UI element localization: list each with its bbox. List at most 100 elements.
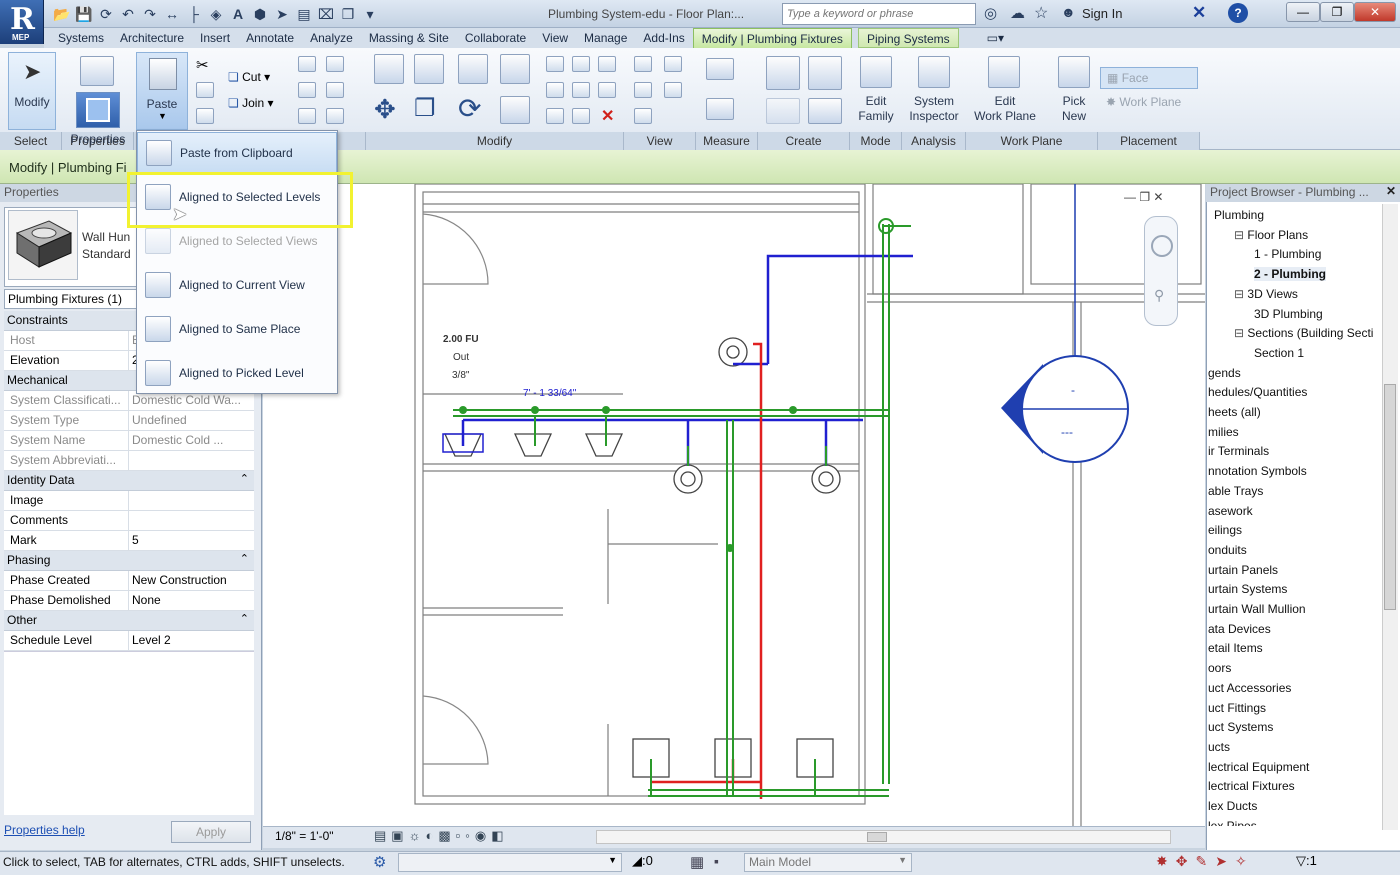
paint-brush-icon[interactable] [634, 108, 652, 124]
prop-row-system-abbreviation[interactable]: System Abbreviati... [4, 451, 254, 471]
menu-item-paste-from-clipboard[interactable]: Paste from Clipboard [137, 132, 337, 174]
sync-icon[interactable]: ⟳ [96, 4, 116, 24]
tab-analyze[interactable]: Analyze [302, 28, 361, 48]
browser-family-item[interactable]: onduits [1208, 543, 1247, 557]
browser-family-item[interactable]: asework [1208, 504, 1253, 518]
help-icon[interactable]: ? [1228, 3, 1248, 23]
properties-button[interactable] [76, 92, 120, 128]
prop-row-comments[interactable]: Comments [4, 511, 254, 531]
menu-item-aligned-to-same-place[interactable]: Aligned to Same Place [137, 308, 337, 350]
favorites-icon[interactable]: ☆ [1034, 3, 1048, 23]
browser-family-item[interactable]: urtain Wall Mullion [1208, 602, 1306, 616]
browser-vertical-scrollbar[interactable] [1382, 204, 1398, 830]
prop-value[interactable]: Level 2 [129, 631, 254, 650]
measure-tool-icon[interactable] [706, 58, 734, 80]
delete-icon[interactable]: ✕ [601, 106, 614, 126]
apply-button[interactable]: Apply [171, 821, 251, 843]
group-phasing[interactable]: Phasing ⌃ [4, 551, 254, 571]
tree-collapse-icon[interactable]: ⊟ [1234, 228, 1247, 242]
tab-view[interactable]: View [534, 28, 576, 48]
close-browser-icon[interactable]: ✕ [1386, 184, 1396, 198]
close-window-button[interactable]: ✕ [1354, 2, 1396, 22]
select-by-face-icon[interactable]: ➤ [1215, 853, 1235, 869]
search-input[interactable] [782, 3, 976, 25]
view-window-controls[interactable]: — ❐ ✕ [1124, 190, 1163, 204]
select-links-icon[interactable]: ✸ [1156, 853, 1176, 869]
close-hidden-icon[interactable]: ⌧ [316, 4, 336, 24]
browser-family-item[interactable]: lectrical Fixtures [1208, 779, 1295, 793]
measure-icon[interactable]: ↔ [162, 4, 182, 24]
customize-icon[interactable]: ▾ [360, 4, 380, 24]
cut-geometry-button[interactable]: ❏ Cut ▾ [228, 70, 270, 84]
browser-tree-item[interactable]: 3D Plumbing [1254, 307, 1323, 321]
trim-multiple-icon[interactable] [572, 108, 590, 124]
group-other[interactable]: Other ⌃ [4, 611, 254, 631]
editable-only-icon[interactable]: ▪ [714, 853, 719, 869]
browser-tree-item[interactable]: 2 - Plumbing [1254, 267, 1326, 282]
tab-insert[interactable]: Insert [192, 28, 238, 48]
tab-manage[interactable]: Manage [576, 28, 635, 48]
browser-family-item[interactable]: ata Devices [1208, 622, 1271, 636]
prop-row-system-classification[interactable]: System Classificati... Domestic Cold Wa..… [4, 391, 254, 411]
match-type-icon[interactable] [196, 108, 214, 124]
menu-item-aligned-to-current-view[interactable]: Aligned to Current View [137, 264, 337, 306]
workset-icon[interactable]: ⚙ [373, 853, 386, 871]
system-inspector-icon[interactable] [918, 56, 950, 88]
join-geometry-button[interactable]: ❏ Join ▾ [228, 96, 273, 110]
browser-family-item[interactable]: lex Ducts [1208, 799, 1257, 813]
prop-value[interactable]: None [129, 591, 254, 610]
tag-icon[interactable]: ◈ [206, 4, 226, 24]
collapse-chevron-icon[interactable]: ⌃ [240, 552, 249, 565]
prop-row-phase-created[interactable]: Phase Created New Construction [4, 571, 254, 591]
hammer-icon[interactable] [326, 108, 344, 124]
prop-value[interactable]: New Construction [129, 571, 254, 590]
browser-family-item[interactable]: lectrical Equipment [1208, 760, 1309, 774]
exchange-apps-icon[interactable]: ✕ [1192, 3, 1206, 23]
edit-family-button[interactable]: Edit Family [852, 94, 900, 124]
browser-scrollbar-thumb[interactable] [1384, 384, 1396, 610]
collapse-chevron-icon[interactable]: ⌃ [240, 472, 249, 485]
zoom-icon[interactable]: ⚲ [1154, 287, 1164, 304]
prop-value[interactable]: 5 [129, 531, 254, 550]
prop-row-image[interactable]: Image [4, 491, 254, 511]
panel-label-select[interactable]: Select [0, 132, 62, 150]
ribbon-minimize-icon[interactable]: ▭▾ [979, 28, 1012, 48]
move-icon[interactable]: ✥ [374, 94, 396, 125]
visual-style-icon[interactable]: ▣ [391, 828, 408, 843]
application-menu-button[interactable]: R MEP [0, 0, 44, 44]
minimize-button[interactable]: — [1286, 2, 1320, 22]
collapse-chevron-icon[interactable]: ⌃ [240, 612, 249, 625]
pin-icon[interactable] [598, 56, 616, 72]
browser-tree-item[interactable]: ⊟ 3D Views [1234, 287, 1298, 301]
select-pinned-icon[interactable]: ✎ [1195, 853, 1215, 869]
view-control-icons[interactable]: ▤▣☼◐▩▫◦◉◧ [374, 828, 509, 844]
open-icon[interactable]: 📂 [52, 4, 72, 24]
browser-tree-item[interactable]: Section 1 [1254, 346, 1304, 360]
prop-row-system-type[interactable]: System Type Undefined [4, 411, 254, 431]
edit-work-plane-button[interactable]: Edit Work Plane [968, 94, 1042, 124]
maximize-button[interactable]: ❐ [1320, 2, 1354, 22]
browser-family-item[interactable]: hedules/Quantities [1208, 385, 1307, 399]
browser-family-item[interactable]: lex Pipes [1208, 819, 1257, 826]
cut-scissors-icon[interactable]: ✂ [196, 56, 209, 74]
browser-family-item[interactable]: urtain Systems [1208, 582, 1287, 596]
place-on-work-plane-button[interactable]: ✸ Work Plane [1100, 92, 1198, 114]
temporary-hide-icon[interactable]: ◉ [475, 828, 491, 843]
browser-family-item[interactable]: ucts [1208, 740, 1230, 754]
reveal-hidden-icon[interactable]: ◧ [491, 828, 508, 843]
redo-icon[interactable]: ↷ [140, 4, 160, 24]
create-group-icon[interactable] [766, 98, 800, 124]
mirror-pick-axis-icon[interactable] [458, 54, 488, 84]
trim-extend-icon[interactable] [500, 96, 530, 124]
browser-family-item[interactable]: ir Terminals [1208, 444, 1269, 458]
dimension-icon[interactable]: ├ [184, 4, 204, 24]
drawing-canvas[interactable]: 2.00 FU Out 3/8" 7' - 1 33/64" - --- [263, 183, 1205, 826]
crop-view-icon[interactable]: ▩ [438, 828, 455, 843]
filter-count[interactable]: ◢:0 [632, 853, 653, 869]
scrollbar-thumb[interactable] [867, 832, 887, 842]
detail-level-icon[interactable]: ▤ [374, 828, 391, 843]
view-scale[interactable]: 1/8" = 1'-0" [275, 829, 334, 843]
prop-row-phase-demolished[interactable]: Phase Demolished None [4, 591, 254, 611]
tree-collapse-icon[interactable]: ⊟ [1234, 287, 1247, 301]
subscription-icon[interactable]: ☁ [1010, 4, 1025, 22]
